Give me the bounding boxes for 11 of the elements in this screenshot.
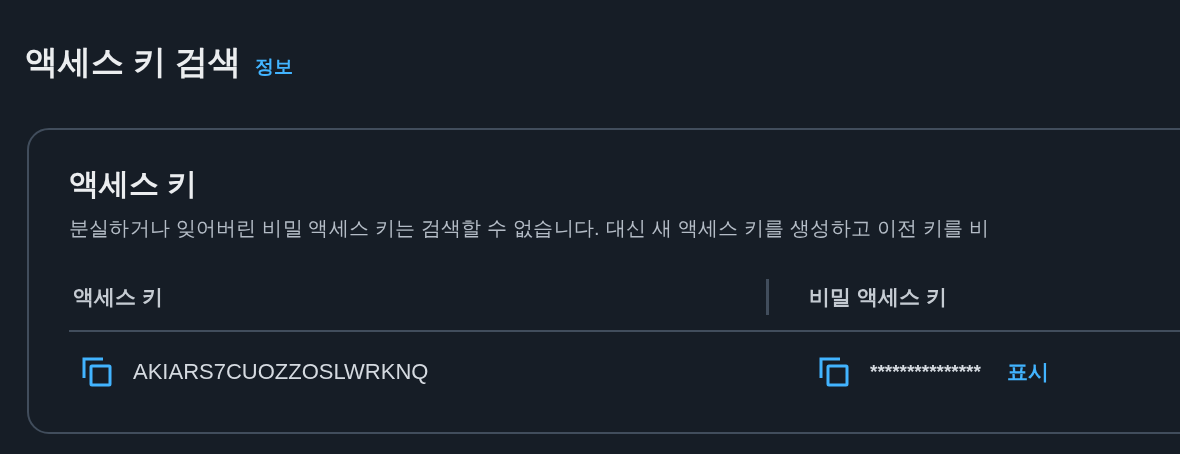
show-link[interactable]: 표시 <box>1006 358 1049 386</box>
column-header: 액세스 키 <box>72 284 164 310</box>
page-title: 액세스 키 검색 <box>25 42 242 82</box>
access-key-value: AKIARS7CUOZZOSLWRKNQ <box>133 359 429 385</box>
copy-icon[interactable] <box>81 356 113 388</box>
card-title: 액세스 키 <box>69 166 199 202</box>
column-header: 비밀 액세스 키 <box>766 279 1180 315</box>
copy-icon[interactable] <box>818 356 850 388</box>
info-link[interactable]: 정보 <box>255 54 294 80</box>
masked-secret-key: *************** <box>870 361 981 383</box>
card-description: 분실하거나 잊어버린 비밀 액세스 키는 검색할 수 없습니다. 대신 새 액세스 키를 생성하고 이전 키를 비 <box>69 216 991 241</box>
